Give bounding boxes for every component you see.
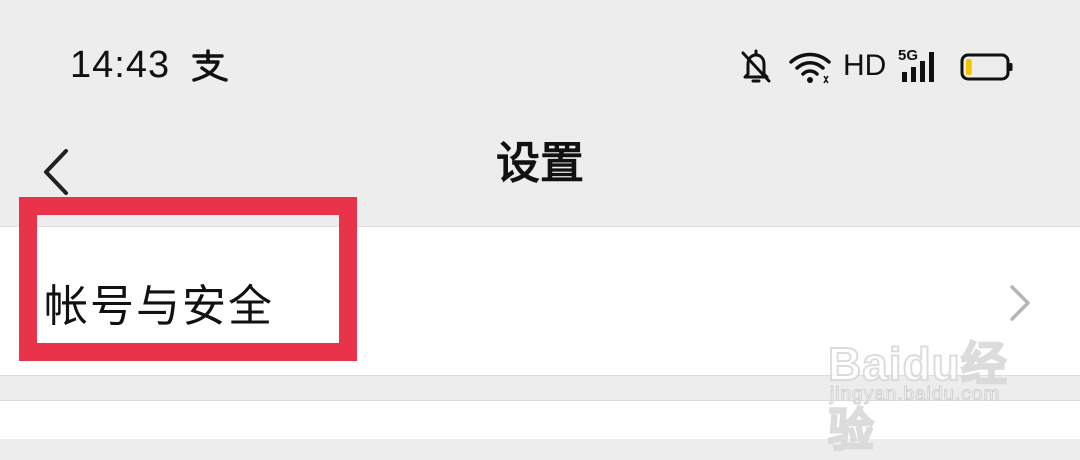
list-item-label: 帐号与安全 <box>44 281 274 332</box>
status-bar: 14:43 HD 5G <box>0 0 1080 120</box>
page-title: 设置 <box>496 138 584 189</box>
chevron-right-icon <box>1010 285 1030 321</box>
battery-icon <box>960 53 1013 81</box>
watermark-url: jingyan.baidu.com <box>829 384 1001 406</box>
watermark: Baidu经验 jingyan.baidu.com <box>827 318 1028 457</box>
signal-5g-icon: 5G <box>898 47 934 82</box>
alipay-icon <box>192 49 228 82</box>
status-time: 14:43 <box>70 44 171 86</box>
nav-bar: 设置 <box>0 120 1080 226</box>
network-label: 5G <box>898 47 918 64</box>
wifi-icon <box>789 52 831 84</box>
bell-off-icon <box>741 49 771 83</box>
hd-label: HD <box>843 49 887 82</box>
